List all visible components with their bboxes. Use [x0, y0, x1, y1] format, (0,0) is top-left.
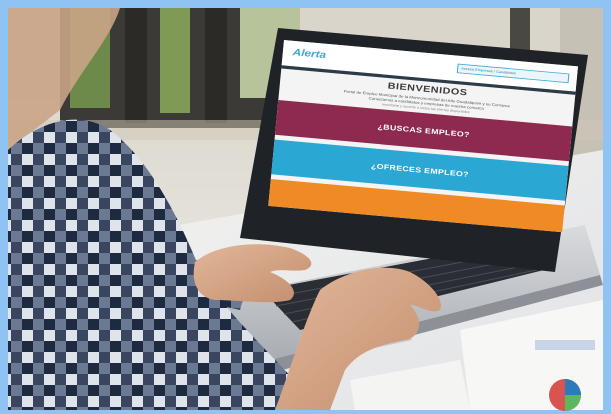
person-overlay — [8, 8, 441, 410]
photo-scene: Alerta Acceso Empresas / Candidatos BIEN… — [0, 0, 611, 414]
right-hand — [275, 267, 441, 410]
left-hand — [193, 244, 312, 303]
